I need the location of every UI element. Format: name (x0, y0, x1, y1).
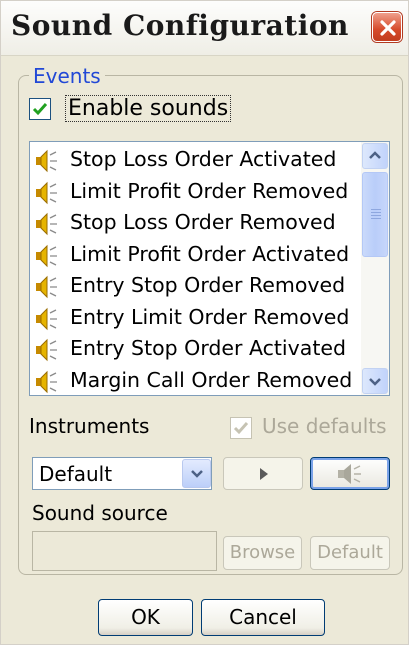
chevron-down-icon (369, 378, 381, 386)
event-list-item[interactable]: Stop Loss Order Removed (30, 207, 360, 239)
events-listbox[interactable]: Stop Loss Order Activated Limit Profit Or… (29, 141, 390, 396)
play-icon (260, 468, 268, 480)
speaker-icon (36, 212, 57, 236)
speaker-icon (36, 244, 57, 267)
close-icon (380, 20, 396, 36)
sound-source-label: Sound source (32, 501, 168, 525)
checkmark-icon (32, 103, 48, 116)
checkmark-icon (233, 422, 249, 435)
scroll-thumb[interactable] (362, 172, 388, 257)
event-list-item-label: Margin Call Order Removed (70, 367, 353, 392)
instruments-label: Instruments (29, 414, 150, 438)
event-list-item-label: Entry Limit Order Removed (70, 304, 350, 329)
default-button[interactable]: Default (310, 536, 390, 570)
enable-sounds-checkbox[interactable] (29, 98, 51, 120)
speaker-icon (36, 181, 57, 204)
event-list-item[interactable]: Limit Profit Order Removed (30, 176, 360, 208)
scroll-up-button[interactable] (362, 143, 388, 169)
cancel-button[interactable]: Cancel (201, 599, 325, 636)
play-button[interactable] (223, 457, 303, 490)
vertical-scrollbar[interactable] (361, 142, 389, 395)
chevron-up-icon (369, 151, 381, 159)
instrument-select[interactable]: Default (32, 457, 212, 490)
event-list-item-label: Entry Stop Order Removed (70, 273, 346, 297)
speaker-icon (36, 275, 57, 299)
title-bar[interactable]: Sound Configuration (1, 1, 408, 56)
instrument-select-value: Default (39, 462, 113, 486)
event-list-item[interactable]: Entry Stop Order Activated (30, 333, 360, 365)
event-list-item[interactable]: Limit Profit Order Activated (30, 239, 360, 271)
speaker-icon (36, 370, 57, 393)
events-group-legend: Events (29, 64, 105, 88)
scroll-down-button[interactable] (362, 368, 388, 394)
enable-sounds-label[interactable]: Enable sounds (65, 95, 232, 122)
speaker-icon (338, 464, 361, 484)
sound-configuration-dialog: Sound Configuration Events Enable sounds… (0, 0, 409, 645)
speaker-icon (36, 307, 57, 330)
event-list-item[interactable]: Margin Call Order Removed (30, 365, 360, 396)
use-defaults-checkbox[interactable] (230, 417, 252, 439)
event-list-item[interactable]: Entry Stop Order Removed (30, 270, 360, 302)
ok-button[interactable]: OK (98, 599, 193, 636)
event-list-item[interactable]: Entry Limit Order Removed (30, 302, 360, 334)
event-list-item-label: Limit Profit Order Removed (70, 178, 349, 203)
event-list-item-label: Stop Loss Order Removed (70, 210, 336, 234)
window-title: Sound Configuration (11, 9, 349, 42)
use-defaults-label: Use defaults (262, 414, 387, 438)
event-list-item-label: Limit Profit Order Activated (70, 241, 350, 266)
instrument-dropdown-button[interactable] (182, 459, 211, 488)
chevron-down-icon (191, 470, 203, 478)
sound-source-field[interactable] (32, 531, 217, 571)
event-list-item-label: Stop Loss Order Activated (70, 147, 337, 171)
sound-button[interactable] (310, 457, 390, 490)
event-list-item[interactable]: Stop Loss Order Activated (30, 144, 360, 176)
speaker-icon (36, 338, 57, 362)
browse-button[interactable]: Browse (223, 536, 302, 570)
speaker-icon (36, 149, 57, 173)
close-button[interactable] (372, 12, 402, 42)
event-list-item-label: Entry Stop Order Activated (70, 336, 346, 360)
